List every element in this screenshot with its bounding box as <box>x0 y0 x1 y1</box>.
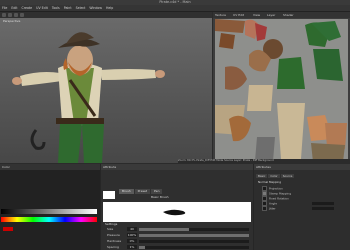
brush-tool-icon[interactable] <box>20 13 24 17</box>
uv-islands <box>215 19 347 162</box>
menu-bar: File Edit Create UV Edit Tools Paint Select Win… <box>0 5 350 12</box>
pirate-character <box>12 32 165 163</box>
brush-panel-header: Attribute <box>101 164 253 170</box>
right-arm <box>100 69 156 80</box>
uv-island-pants <box>313 49 343 81</box>
uv-island-bandana <box>255 23 267 41</box>
uv-island-boot <box>219 33 235 49</box>
head <box>67 45 93 75</box>
option-label: Jitter <box>269 206 276 211</box>
checkbox[interactable] <box>262 206 267 211</box>
menu-window[interactable]: Window <box>87 5 104 11</box>
tab-source[interactable]: Source <box>280 174 295 178</box>
menu-help[interactable]: Help <box>104 5 115 11</box>
uv-status-line: Zoom: 89.3% Pirate_Diff Edit Mode Source… <box>178 159 350 163</box>
right-leg <box>82 124 104 163</box>
setting-label: Pressure <box>107 233 120 237</box>
menu-uv-edit[interactable]: UV Edit <box>34 5 50 11</box>
left-arm <box>20 72 62 86</box>
option-label: Projection <box>269 186 283 191</box>
setting-label: Size <box>107 227 114 231</box>
uv-island-shirt-back <box>247 85 273 111</box>
scale-tool-icon[interactable] <box>14 13 18 17</box>
attributes-panel: Attributes Basic Color Source Normal Mappi… <box>254 164 350 250</box>
left-leg <box>58 124 82 163</box>
uv-texture-panel: Texture UV Edit View Layer Shader <box>213 12 350 162</box>
setting-row-spacing: Spacing 1% <box>103 245 251 250</box>
attributes-tabs: Basic Color Source <box>256 173 295 178</box>
tab-brush[interactable]: Brush <box>119 189 134 194</box>
settings-title: Settings <box>105 222 118 226</box>
hook <box>30 129 46 150</box>
hardness-slider[interactable] <box>139 240 249 243</box>
size-value-field[interactable]: 40 <box>127 227 137 231</box>
uv-island-beard <box>229 115 251 142</box>
setting-row-size: Size 40 <box>103 227 251 232</box>
menu-tools[interactable]: Tools <box>50 5 62 11</box>
uv-island-belt <box>225 66 247 90</box>
3d-viewport[interactable]: Perspective <box>0 18 212 163</box>
pressure-value-field[interactable]: 100% <box>127 233 137 237</box>
brush-panel-title: Attribute <box>103 165 117 169</box>
brush-panel: Attribute Brush Preset Pen Basic Brush Set… <box>101 164 253 250</box>
current-color-swatch[interactable] <box>3 227 13 231</box>
option-label: Fixed Rotation <box>269 196 289 201</box>
tab-preset[interactable]: Preset <box>134 189 151 194</box>
uv-texture-canvas[interactable] <box>215 19 348 162</box>
menu-paint[interactable]: Paint <box>62 5 74 11</box>
attributes-panel-header: Attributes <box>254 164 350 170</box>
setting-label: Spacing <box>107 245 119 249</box>
setting-row-hardness: Hardness 0% <box>103 239 251 244</box>
left-hand <box>12 77 22 85</box>
uv-island-buckle <box>255 137 275 161</box>
spacing-slider[interactable] <box>139 246 249 249</box>
pressure-slider[interactable] <box>139 234 249 237</box>
uv-tab-view[interactable]: View <box>253 12 260 18</box>
preset-name: Basic Brush <box>151 195 169 199</box>
section-title: Normal Mapping <box>258 180 282 184</box>
uv-tab-uv-edit[interactable]: UV Edit <box>233 12 244 18</box>
tab-basic[interactable]: Basic <box>256 174 268 178</box>
option-label: Stamp Mapping <box>269 191 291 196</box>
rotate-tool-icon[interactable] <box>8 13 12 17</box>
size-slider[interactable] <box>139 228 249 231</box>
uv-island-shirt <box>277 103 305 159</box>
uv-panel-header: Texture UV Edit View Layer Shader <box>213 12 350 18</box>
option-jitter[interactable]: Jitter <box>262 206 276 211</box>
tab-pen[interactable]: Pen <box>151 189 163 194</box>
belt <box>56 118 104 124</box>
move-tool-icon[interactable] <box>2 13 6 17</box>
option-label: Angle <box>269 201 277 206</box>
menu-select[interactable]: Select <box>74 5 88 11</box>
tab-color[interactable]: Color <box>268 174 280 178</box>
brush-stroke-icon <box>163 209 186 216</box>
angle-field[interactable] <box>312 202 334 205</box>
spacing-value-field[interactable]: 1% <box>127 245 137 249</box>
brush-stroke-preview <box>103 202 251 222</box>
menu-edit[interactable]: Edit <box>9 5 19 11</box>
viewport-label: Perspective <box>3 19 21 23</box>
hue-spectrum[interactable] <box>1 217 97 222</box>
setting-row-pressure: Pressure 100% <box>103 233 251 238</box>
value-slider[interactable] <box>1 209 97 214</box>
attributes-title: Attributes <box>256 165 271 169</box>
jitter-field[interactable] <box>312 207 334 210</box>
color-panel: Color <box>0 164 100 250</box>
brush-thumbnail[interactable] <box>103 191 115 199</box>
uv-island-hat <box>215 19 245 33</box>
menu-file[interactable]: File <box>0 5 9 11</box>
setting-label: Hardness <box>107 239 122 243</box>
menu-create[interactable]: Create <box>20 5 35 11</box>
uv-tab-texture[interactable]: Texture <box>215 12 226 18</box>
uv-island-vest <box>277 57 305 89</box>
right-hand <box>155 70 165 78</box>
color-panel-title: Color <box>2 165 10 169</box>
brush-tabs: Brush Preset Pen <box>119 188 163 194</box>
color-panel-header: Color <box>0 164 100 170</box>
hardness-value-field[interactable]: 0% <box>127 239 137 243</box>
uv-tab-layer[interactable]: Layer <box>267 12 275 18</box>
uv-tab-shader[interactable]: Shader <box>283 12 294 18</box>
